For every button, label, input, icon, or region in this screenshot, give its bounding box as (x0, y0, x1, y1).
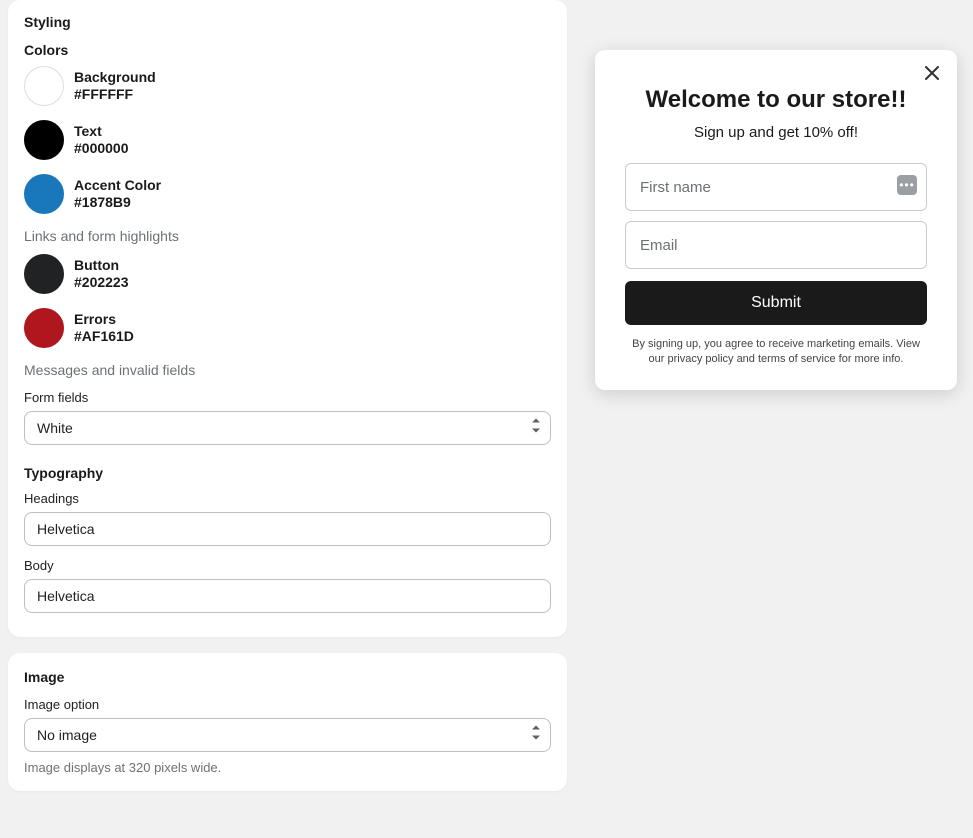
body-font-select[interactable]: Helvetica (24, 579, 551, 613)
close-icon (925, 63, 939, 85)
color-row-button[interactable]: Button #202223 (24, 254, 551, 294)
body-font-value: Helvetica (37, 588, 95, 604)
color-hex: #FFFFFF (74, 86, 156, 104)
section-title-image: Image (24, 669, 551, 685)
color-row-accent[interactable]: Accent Color #1878B9 (24, 174, 551, 214)
errors-note: Messages and invalid fields (24, 362, 551, 378)
color-hex: #202223 (74, 274, 129, 292)
color-row-background[interactable]: Background #FFFFFF (24, 66, 551, 106)
submit-button[interactable]: Submit (625, 281, 927, 325)
autofill-icon: ••• (897, 175, 917, 195)
email-input[interactable] (625, 221, 927, 269)
color-name: Text (74, 123, 129, 141)
swatch-background (24, 66, 64, 106)
form-fields-select[interactable]: White (24, 411, 551, 445)
image-help-text: Image displays at 320 pixels wide. (24, 760, 551, 775)
swatch-button (24, 254, 64, 294)
image-option-value: No image (37, 727, 97, 743)
first-name-input[interactable] (625, 163, 927, 211)
color-name: Background (74, 69, 156, 87)
color-hex: #1878B9 (74, 194, 161, 212)
close-button[interactable] (921, 60, 943, 88)
color-row-errors[interactable]: Errors #AF161D (24, 308, 551, 348)
section-title-typography: Typography (24, 465, 551, 481)
swatch-errors (24, 308, 64, 348)
color-name: Errors (74, 311, 134, 329)
links-note: Links and form highlights (24, 228, 551, 244)
color-name: Button (74, 257, 129, 275)
section-title-colors: Colors (24, 42, 551, 58)
styling-card: Styling Colors Background #FFFFFF Text #… (8, 0, 567, 637)
headings-label: Headings (24, 491, 551, 506)
image-card: Image Image option No image Image displa… (8, 653, 567, 791)
color-hex: #AF161D (74, 328, 134, 346)
preview-heading: Welcome to our store!! (625, 86, 927, 114)
body-font-label: Body (24, 558, 551, 573)
form-fields-value: White (37, 420, 73, 436)
swatch-text (24, 120, 64, 160)
headings-value: Helvetica (37, 521, 95, 537)
color-hex: #000000 (74, 140, 129, 158)
section-title-styling: Styling (24, 14, 551, 30)
popup-preview: Welcome to our store!! Sign up and get 1… (595, 50, 957, 390)
image-option-select[interactable]: No image (24, 718, 551, 752)
swatch-accent (24, 174, 64, 214)
legal-text: By signing up, you agree to receive mark… (625, 337, 927, 368)
form-fields-label: Form fields (24, 390, 551, 405)
color-row-text[interactable]: Text #000000 (24, 120, 551, 160)
color-name: Accent Color (74, 177, 161, 195)
image-option-label: Image option (24, 697, 551, 712)
headings-select[interactable]: Helvetica (24, 512, 551, 546)
preview-subtitle: Sign up and get 10% off! (625, 124, 927, 141)
